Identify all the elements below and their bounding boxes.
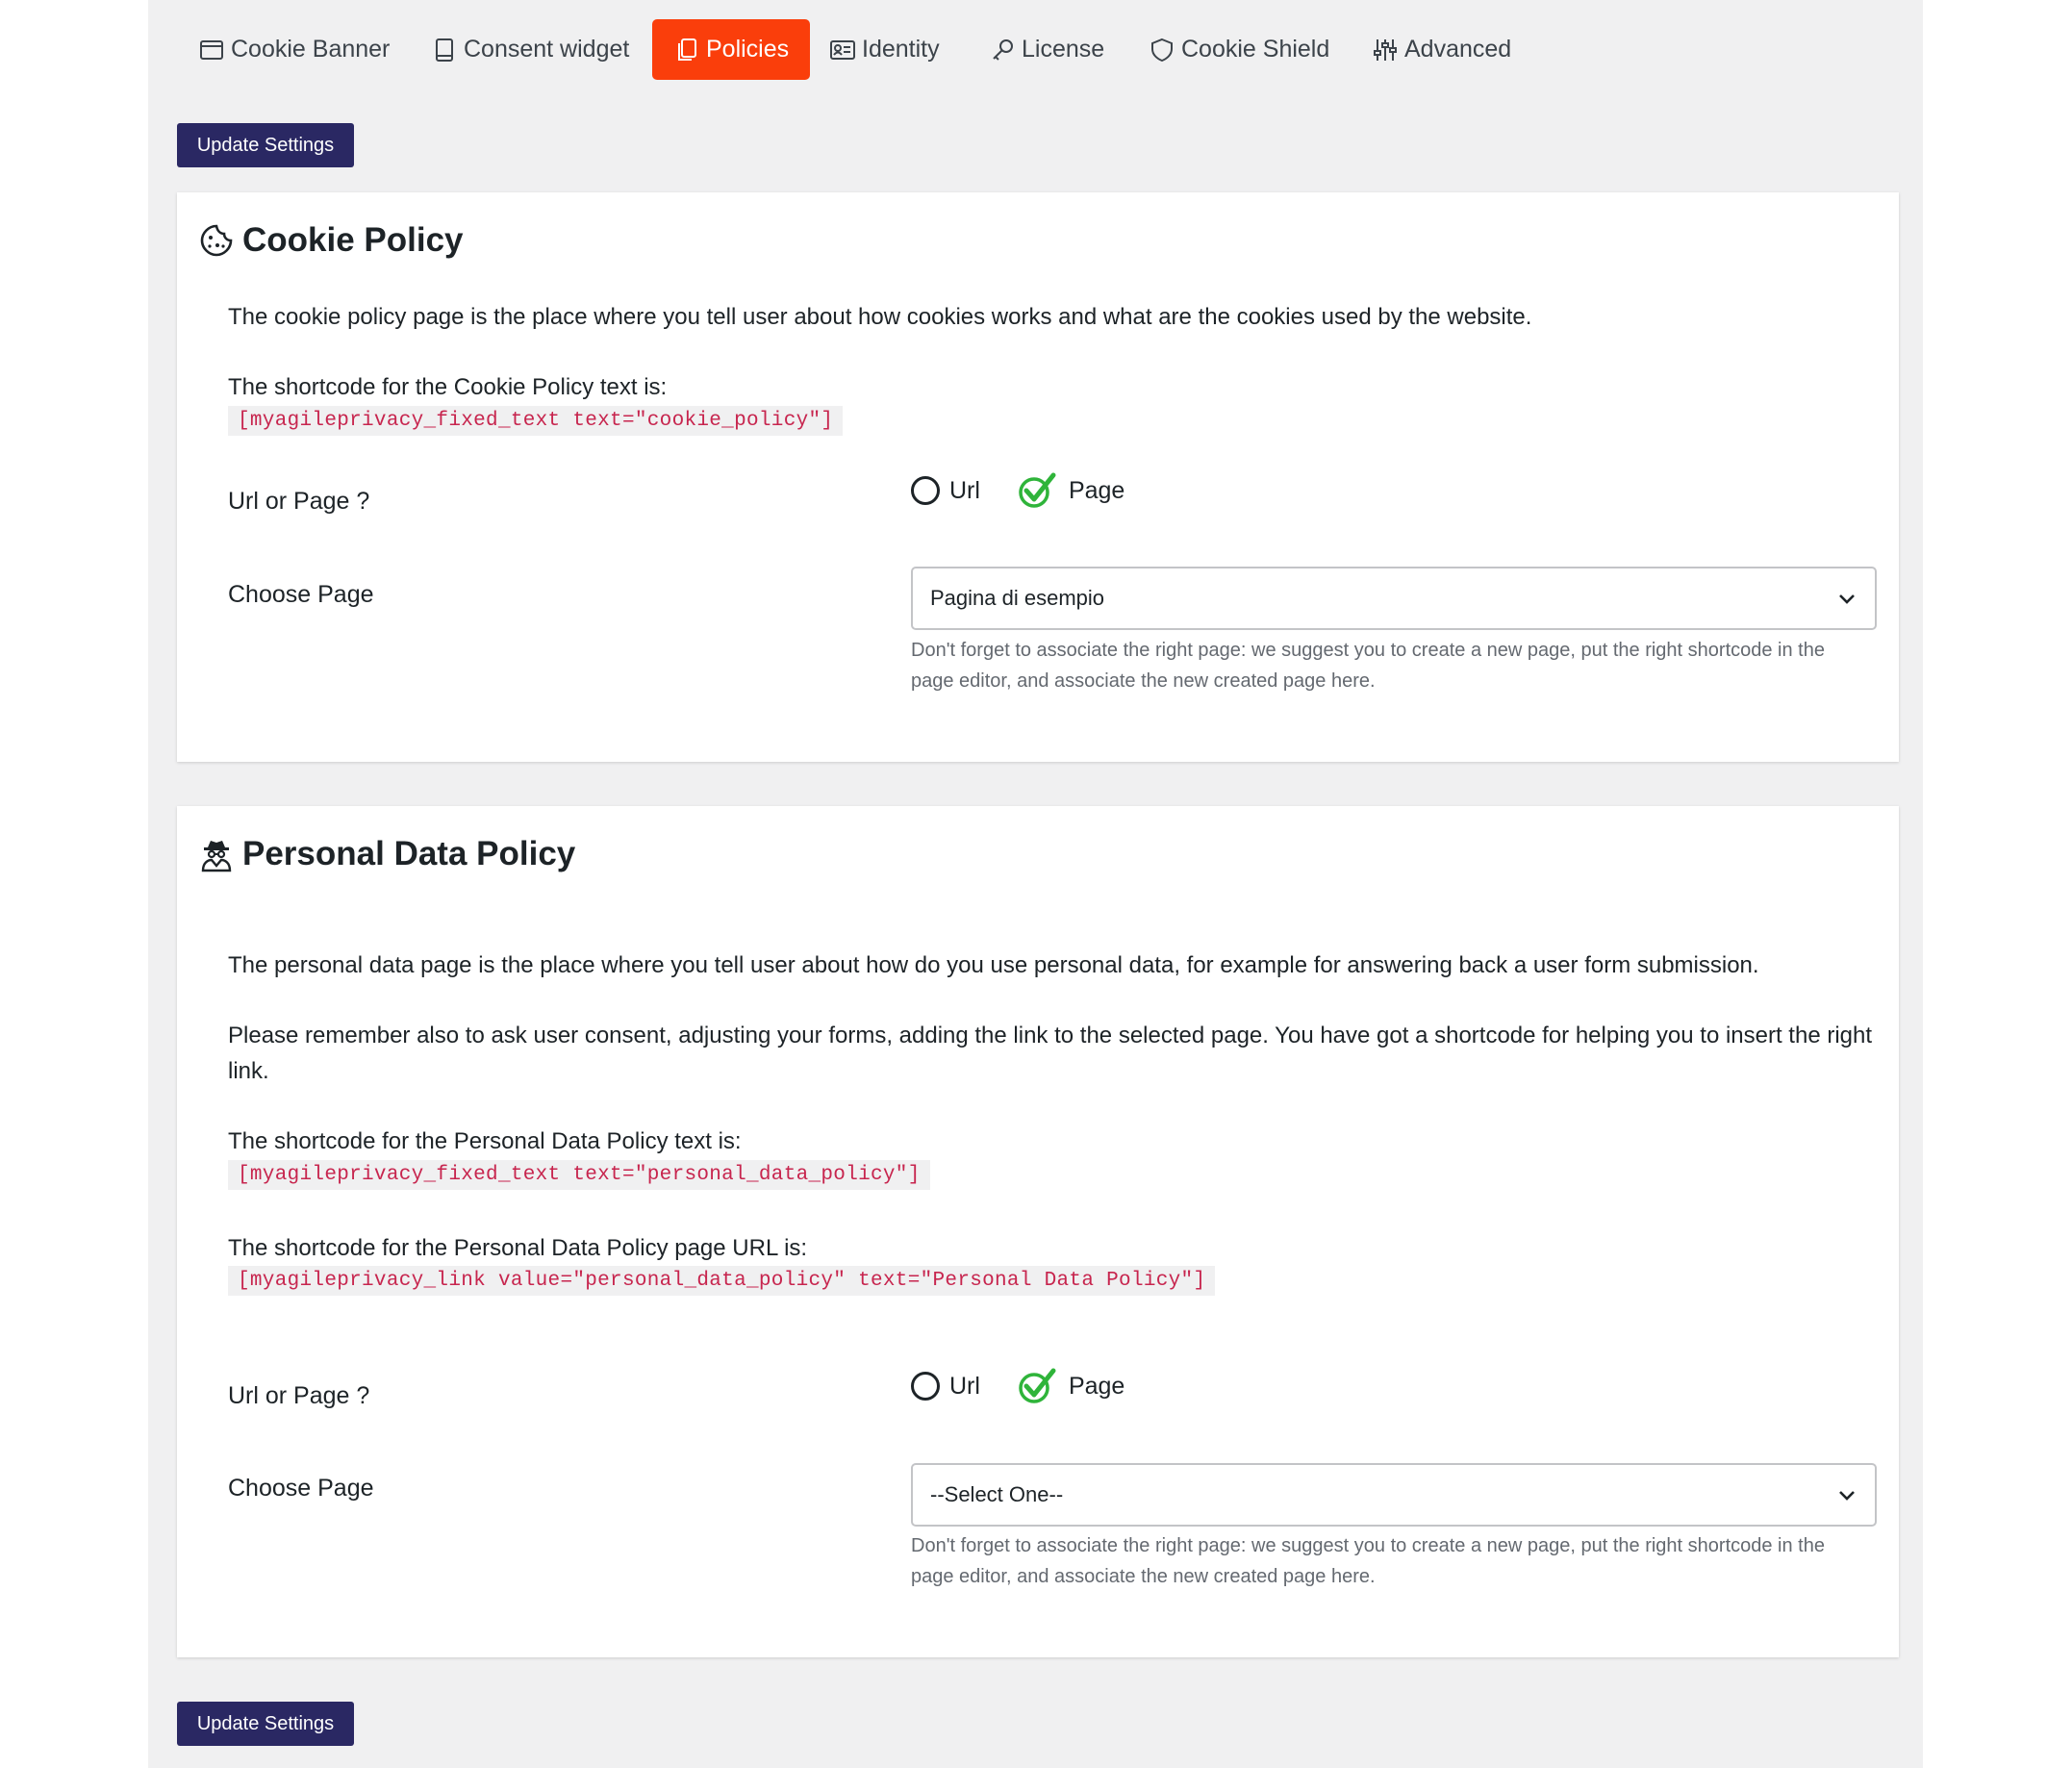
radio-page-label: Page [1068,476,1125,504]
tab-cookie-banner[interactable]: Cookie Banner [198,19,390,80]
radio-page-checked-icon[interactable] [1017,1367,1059,1405]
documents-icon [678,38,696,61]
choose-page-select[interactable]: Pagina di esempio [911,567,1877,630]
select-value: Pagina di esempio [930,586,1105,610]
radio-url-label: Url [949,476,980,504]
chevron-down-icon [1839,1491,1855,1501]
url-or-page-label: Url or Page ? [228,488,370,515]
cookie-policy-card: Cookie Policy The cookie policy page is … [177,192,1899,762]
update-settings-button-bottom[interactable]: Update Settings [177,1702,354,1746]
tab-label: Cookie Shield [1181,36,1330,63]
radio-page-checked-icon[interactable] [1017,471,1059,510]
id-card-icon [830,39,855,60]
radio-url[interactable] [911,1372,940,1401]
tab-label: Identity [862,36,940,63]
choose-page-select[interactable]: --Select One-- [911,1463,1877,1527]
url-or-page-label: Url or Page ? [228,1382,370,1409]
choose-page-help: Don't forget to associate the right page… [911,1535,1825,1587]
choose-page-label: Choose Page [228,1475,374,1502]
tab-identity[interactable]: Identity [829,19,940,80]
personal-data-link-shortcode-label: The shortcode for the Personal Data Poli… [228,1235,808,1261]
cookie-policy-shortcode-label: The shortcode for the Cookie Policy text… [228,374,668,400]
chevron-down-icon [1839,594,1855,604]
user-secret-icon [201,841,232,872]
url-or-page-radio-group: Url Page [911,1367,1124,1405]
tab-policies[interactable]: Policies [652,19,811,80]
settings-main: Cookie Banner Consent widget Policies Id… [148,0,1923,1768]
sliders-icon [1374,38,1397,61]
choose-page-label: Choose Page [228,581,374,608]
personal-data-policy-card: Personal Data Policy The personal data p… [177,806,1899,1657]
select-value: --Select One-- [930,1482,1064,1506]
key-icon [993,38,1013,61]
tablet-icon [436,38,453,62]
tab-consent-widget[interactable]: Consent widget [431,19,629,80]
personal-data-shortcode: [myagileprivacy_fixed_text text="persona… [228,1160,930,1190]
radio-url-label: Url [949,1372,980,1400]
shield-icon [1151,38,1173,62]
cookie-policy-heading: Cookie Policy [198,221,464,260]
personal-data-shortcode-label: The shortcode for the Personal Data Poli… [228,1128,742,1154]
tab-label: License [1022,36,1105,63]
cookie-policy-description: The cookie policy page is the place wher… [228,304,1532,330]
personal-data-policy-heading: Personal Data Policy [198,835,575,873]
url-or-page-radio-group: Url Page [911,471,1124,510]
radio-url[interactable] [911,476,940,505]
cookie-policy-shortcode: [myagileprivacy_fixed_text text="cookie_… [228,406,844,436]
personal-data-policy-reminder: Please remember also to ask user consent… [228,1023,1873,1084]
card-title: Cookie Policy [242,221,464,259]
radio-page-label: Page [1068,1372,1125,1400]
tab-label: Advanced [1404,36,1512,63]
window-icon [200,39,223,60]
personal-data-link-shortcode: [myagileprivacy_link value="personal_dat… [228,1266,1216,1296]
choose-page-help: Don't forget to associate the right page… [911,640,1825,692]
tab-label: Policies [706,36,790,63]
tab-cookie-shield[interactable]: Cookie Shield [1149,19,1329,80]
cookie-icon [200,224,233,257]
tab-license[interactable]: License [989,19,1104,80]
card-title: Personal Data Policy [242,835,576,872]
update-settings-button-top[interactable]: Update Settings [177,123,354,167]
personal-data-policy-description: The personal data page is the place wher… [228,952,1759,978]
tab-label: Consent widget [464,36,630,63]
tab-label: Cookie Banner [231,36,391,63]
tab-advanced[interactable]: Advanced [1372,19,1511,80]
